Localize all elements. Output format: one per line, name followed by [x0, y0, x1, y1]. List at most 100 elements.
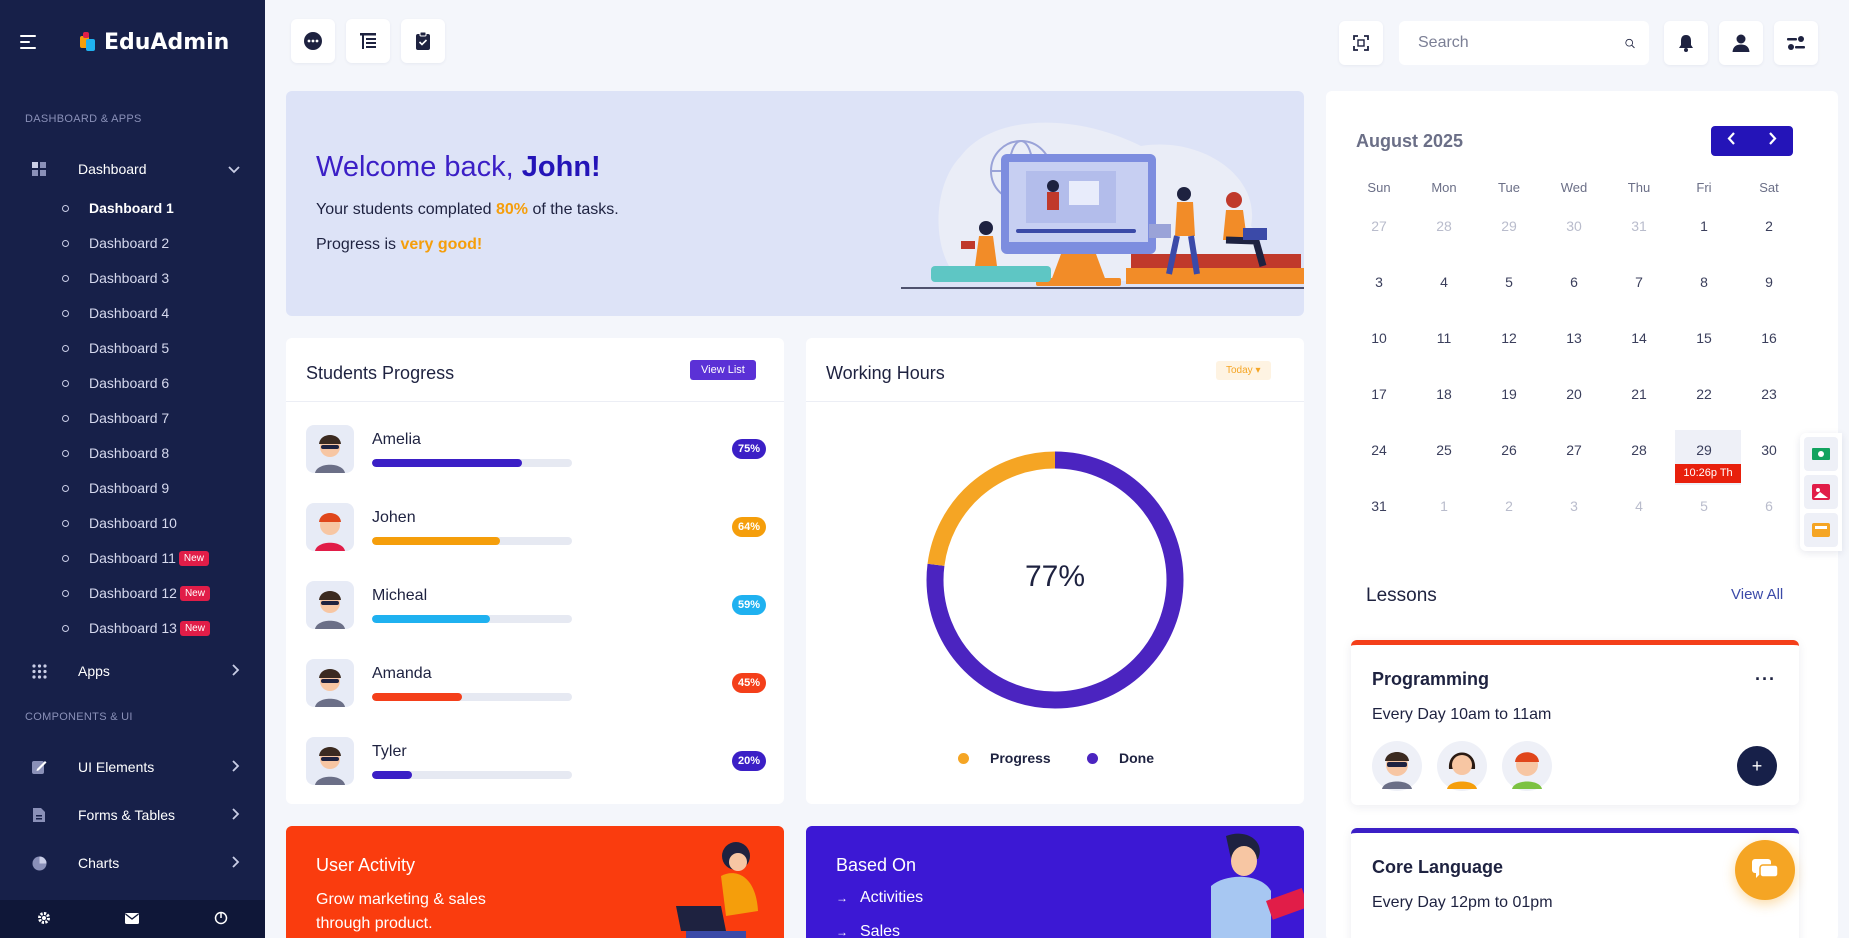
lesson-card[interactable]: Core Language Every Day 12pm to 01pm: [1351, 828, 1799, 938]
sidebar-subitem[interactable]: Dashboard 6: [62, 372, 169, 394]
clipboard-button[interactable]: [401, 19, 445, 63]
sidebar-subitem[interactable]: Dashboard 2: [62, 232, 169, 254]
calendar-day[interactable]: 14: [1609, 330, 1669, 346]
calendar-day[interactable]: 6: [1739, 498, 1799, 514]
calendar-day[interactable]: 23: [1739, 386, 1799, 402]
sidebar-subitem[interactable]: Dashboard 13 New: [62, 617, 210, 639]
calendar-day[interactable]: 18: [1414, 386, 1474, 402]
mail-icon[interactable]: [125, 911, 140, 927]
sidebar-subitem[interactable]: Dashboard 3: [62, 267, 169, 289]
sidebar-subitem[interactable]: Dashboard 10: [62, 512, 177, 534]
calendar-day[interactable]: 26: [1479, 442, 1539, 458]
notifications-button[interactable]: [1664, 21, 1708, 65]
layout-icon[interactable]: [1804, 513, 1838, 547]
search-icon[interactable]: [1625, 34, 1635, 53]
calendar-flag-button[interactable]: [346, 19, 390, 63]
working-hours-card: Working Hours Today ▾ 77% Progress Done: [806, 338, 1304, 804]
sidebar-subitem[interactable]: Dashboard 11 New: [62, 547, 209, 569]
based-on-item[interactable]: → Activities: [836, 889, 923, 907]
power-icon[interactable]: [214, 911, 228, 928]
money-icon[interactable]: [1804, 437, 1838, 471]
more-options-icon[interactable]: ···: [1755, 669, 1776, 690]
view-all-lessons-link[interactable]: View All: [1731, 586, 1783, 603]
add-member-button[interactable]: +: [1737, 746, 1777, 786]
calendar-day[interactable]: 12: [1479, 330, 1539, 346]
calendar-day[interactable]: 10: [1349, 330, 1409, 346]
lesson-card[interactable]: Programming ··· Every Day 10am to 11am +: [1351, 640, 1799, 805]
calendar-day[interactable]: 1: [1414, 498, 1474, 514]
avatar: [306, 737, 354, 785]
sidebar-subitem[interactable]: Dashboard 4: [62, 302, 169, 324]
fullscreen-button[interactable]: [1339, 21, 1383, 65]
sidebar-item-label: Charts: [78, 855, 120, 871]
calendar-day[interactable]: 29: [1479, 218, 1539, 234]
calendar-day[interactable]: 3: [1349, 274, 1409, 290]
lesson-title: Programming: [1372, 669, 1490, 689]
calendar-day[interactable]: 24: [1349, 442, 1409, 458]
period-dropdown[interactable]: Today ▾: [1216, 361, 1271, 380]
calendar-day[interactable]: 30: [1544, 218, 1604, 234]
calendar-day[interactable]: 27: [1544, 442, 1604, 458]
user-activity-title: User Activity: [316, 855, 416, 875]
sidebar-item-ui-elements[interactable]: UI Elements: [30, 752, 240, 782]
calendar-day[interactable]: 28: [1414, 218, 1474, 234]
sidebar-subitem[interactable]: Dashboard 1: [62, 197, 174, 219]
calendar-day[interactable]: 5: [1674, 498, 1734, 514]
calendar-day[interactable]: 4: [1414, 274, 1474, 290]
calendar-day[interactable]: 28: [1609, 442, 1669, 458]
calendar-day[interactable]: 8: [1674, 274, 1734, 290]
live-chat-button[interactable]: [1735, 840, 1795, 900]
based-on-item[interactable]: → Sales: [836, 923, 900, 938]
calendar-day[interactable]: 7: [1609, 274, 1669, 290]
calendar-day[interactable]: 30: [1739, 442, 1799, 458]
calendar-day[interactable]: 21: [1609, 386, 1669, 402]
sidebar-item-dashboard[interactable]: Dashboard: [30, 154, 240, 184]
calendar-day[interactable]: 15: [1674, 330, 1734, 346]
calendar-day[interactable]: 2: [1739, 218, 1799, 234]
menu-toggle-icon[interactable]: [20, 35, 36, 49]
sidebar-subitem[interactable]: Dashboard 9: [62, 477, 169, 499]
calendar-day[interactable]: 22: [1674, 386, 1734, 402]
sidebar-item-label: Dashboard: [78, 161, 147, 177]
settings-panel-button[interactable]: [1774, 21, 1818, 65]
chat-button[interactable]: [291, 19, 335, 63]
sidebar-subitem[interactable]: Dashboard 8: [62, 442, 169, 464]
calendar-day[interactable]: 4: [1609, 498, 1669, 514]
calendar-day[interactable]: 20: [1544, 386, 1604, 402]
edit-icon: [30, 758, 48, 776]
sidebar-subitem[interactable]: Dashboard 5: [62, 337, 169, 359]
view-list-button[interactable]: View List: [690, 360, 756, 380]
sidebar-item-apps[interactable]: Apps: [30, 656, 240, 686]
settings-icon[interactable]: [37, 911, 51, 928]
profile-button[interactable]: [1719, 21, 1763, 65]
calendar-day[interactable]: 16: [1739, 330, 1799, 346]
calendar-day[interactable]: 19: [1479, 386, 1539, 402]
calendar-day[interactable]: 1: [1674, 218, 1734, 234]
sidebar-subitem-label: Dashboard 5: [89, 340, 170, 356]
gallery-icon[interactable]: [1804, 475, 1838, 509]
prev-month-button[interactable]: [1727, 132, 1736, 150]
calendar-day[interactable]: 11: [1414, 330, 1474, 346]
calendar-day[interactable]: 31: [1349, 498, 1409, 514]
sidebar-subitem[interactable]: Dashboard 12 New: [62, 582, 210, 604]
sidebar-item-charts[interactable]: Charts: [30, 848, 240, 878]
next-month-button[interactable]: [1768, 132, 1777, 150]
calendar-nav: [1711, 126, 1793, 156]
sidebar-item-forms-tables[interactable]: Forms & Tables: [30, 800, 240, 830]
calendar-day[interactable]: 17: [1349, 386, 1409, 402]
calendar-day[interactable]: 2: [1479, 498, 1539, 514]
calendar-day[interactable]: 25: [1414, 442, 1474, 458]
calendar-day[interactable]: 6: [1544, 274, 1604, 290]
calendar-day[interactable]: 5: [1479, 274, 1539, 290]
calendar-day-today[interactable]: 29: [1674, 442, 1734, 458]
avatar: [1502, 741, 1552, 791]
search-input[interactable]: [1418, 34, 1625, 52]
calendar-day[interactable]: 31: [1609, 218, 1669, 234]
calendar-day[interactable]: 3: [1544, 498, 1604, 514]
today-event-tag[interactable]: 10:26p Th: [1675, 464, 1741, 483]
calendar-day[interactable]: 13: [1544, 330, 1604, 346]
calendar-day[interactable]: 9: [1739, 274, 1799, 290]
calendar-day[interactable]: 27: [1349, 218, 1409, 234]
bell-icon: [1679, 35, 1693, 52]
sidebar-subitem[interactable]: Dashboard 7: [62, 407, 169, 429]
